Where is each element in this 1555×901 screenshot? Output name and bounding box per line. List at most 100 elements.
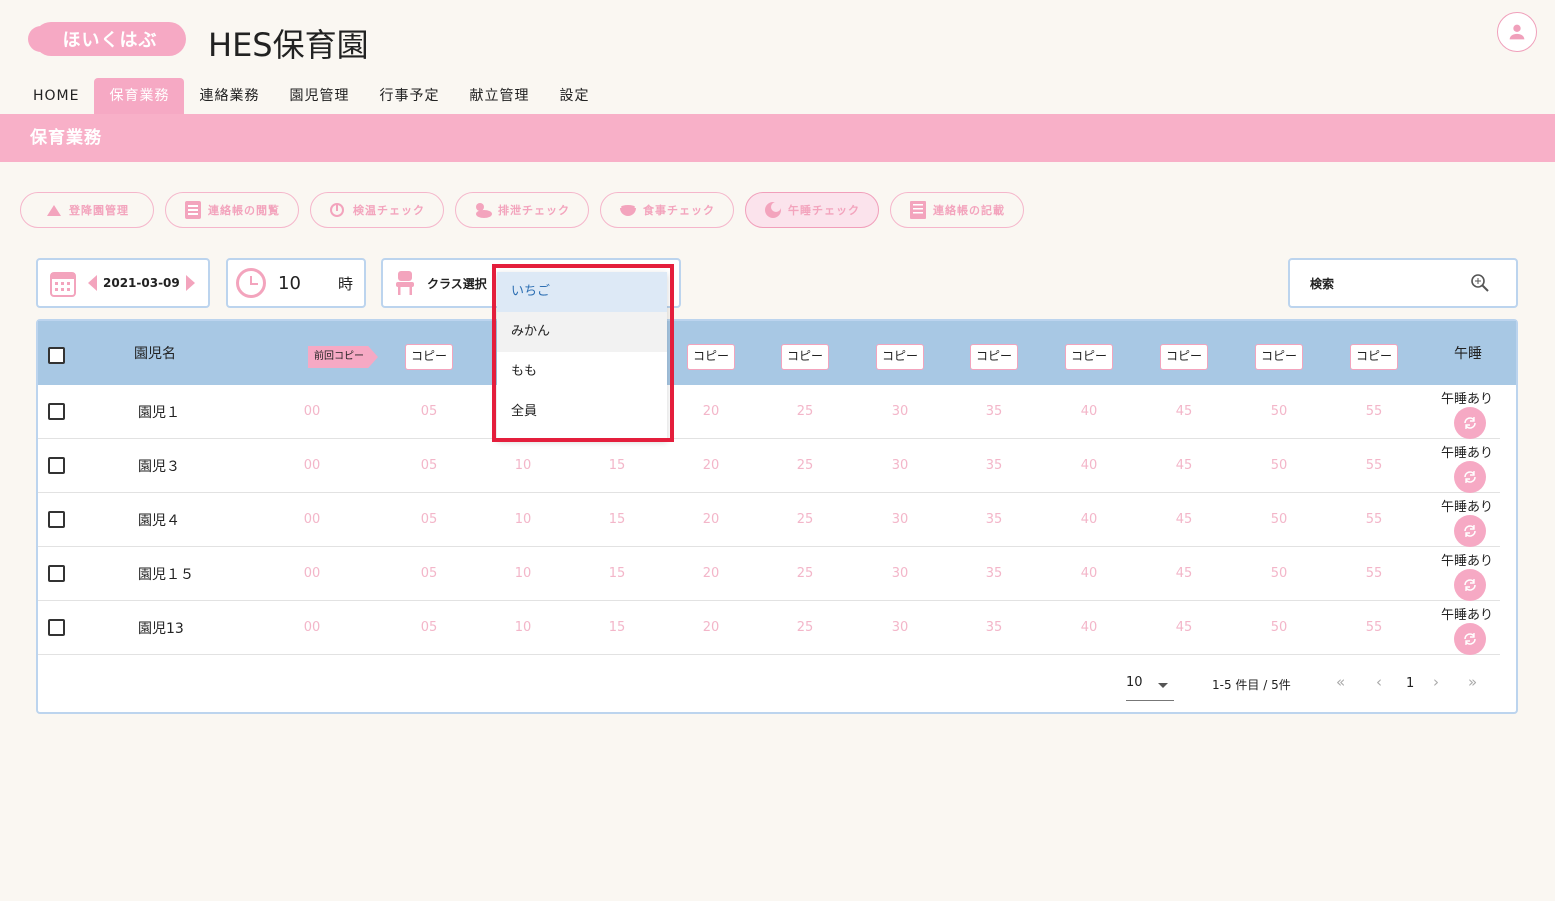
rows-per-page-select[interactable]: 10 — [1126, 675, 1174, 701]
time-slot-35[interactable]: 35 — [986, 404, 1003, 419]
nav-item-5[interactable]: 献立管理 — [454, 78, 544, 114]
time-slot-10[interactable]: 10 — [515, 620, 532, 635]
time-slot-55[interactable]: 55 — [1366, 458, 1383, 473]
nav-item-6[interactable]: 設定 — [544, 78, 604, 114]
time-slot-25[interactable]: 25 — [797, 620, 814, 635]
time-slot-50[interactable]: 50 — [1271, 404, 1288, 419]
time-slot-00[interactable]: 00 — [304, 512, 321, 527]
time-slot-45[interactable]: 45 — [1176, 620, 1193, 635]
time-slot-55[interactable]: 55 — [1366, 620, 1383, 635]
time-slot-30[interactable]: 30 — [892, 620, 909, 635]
time-slot-50[interactable]: 50 — [1271, 458, 1288, 473]
user-avatar-button[interactable] — [1497, 12, 1537, 52]
app-logo[interactable]: ほいくはぶ — [28, 22, 186, 56]
time-slot-50[interactable]: 50 — [1271, 512, 1288, 527]
last-page-icon[interactable]: » — [1468, 673, 1477, 691]
copy-button-55[interactable]: コピー — [1350, 344, 1398, 370]
time-slot-30[interactable]: 30 — [892, 404, 909, 419]
time-slot-40[interactable]: 40 — [1081, 620, 1098, 635]
time-slot-20[interactable]: 20 — [703, 458, 720, 473]
action-button-5[interactable]: 午睡チェック — [745, 192, 879, 228]
search-icon[interactable] — [1470, 273, 1490, 293]
time-slot-25[interactable]: 25 — [797, 512, 814, 527]
copy-button-20[interactable]: コピー — [687, 344, 735, 370]
search-input[interactable]: 検索 — [1288, 258, 1518, 308]
nav-item-0[interactable]: HOME — [18, 78, 94, 114]
time-slot-20[interactable]: 20 — [703, 512, 720, 527]
time-slot-00[interactable]: 00 — [304, 458, 321, 473]
time-slot-20[interactable]: 20 — [703, 620, 720, 635]
nav-item-4[interactable]: 行事予定 — [364, 78, 454, 114]
next-page-icon[interactable]: › — [1433, 673, 1439, 691]
time-slot-05[interactable]: 05 — [421, 512, 438, 527]
time-slot-15[interactable]: 15 — [609, 620, 626, 635]
time-slot-45[interactable]: 45 — [1176, 458, 1193, 473]
time-slot-45[interactable]: 45 — [1176, 512, 1193, 527]
time-slot-15[interactable]: 15 — [609, 566, 626, 581]
row-checkbox[interactable] — [48, 565, 65, 582]
time-slot-30[interactable]: 30 — [892, 566, 909, 581]
row-checkbox[interactable] — [48, 457, 65, 474]
time-slot-05[interactable]: 05 — [421, 620, 438, 635]
time-slot-25[interactable]: 25 — [797, 566, 814, 581]
time-slot-25[interactable]: 25 — [797, 458, 814, 473]
time-slot-00[interactable]: 00 — [304, 566, 321, 581]
time-slot-55[interactable]: 55 — [1366, 512, 1383, 527]
nap-toggle-button[interactable] — [1454, 623, 1486, 655]
nap-toggle-button[interactable] — [1454, 569, 1486, 601]
time-slot-50[interactable]: 50 — [1271, 620, 1288, 635]
time-slot-55[interactable]: 55 — [1366, 404, 1383, 419]
time-slot-15[interactable]: 15 — [609, 458, 626, 473]
time-slot-35[interactable]: 35 — [986, 620, 1003, 635]
copy-button-30[interactable]: コピー — [876, 344, 924, 370]
time-slot-25[interactable]: 25 — [797, 404, 814, 419]
copy-button-35[interactable]: コピー — [970, 344, 1018, 370]
action-button-1[interactable]: 連絡帳の閲覧 — [165, 192, 299, 228]
time-slot-40[interactable]: 40 — [1081, 512, 1098, 527]
prev-page-icon[interactable]: ‹ — [1376, 673, 1382, 691]
time-slot-35[interactable]: 35 — [986, 512, 1003, 527]
time-slot-55[interactable]: 55 — [1366, 566, 1383, 581]
hour-selector[interactable]: 10 時 — [226, 258, 366, 308]
time-slot-20[interactable]: 20 — [703, 404, 720, 419]
time-slot-05[interactable]: 05 — [421, 458, 438, 473]
time-slot-05[interactable]: 05 — [421, 404, 438, 419]
nap-toggle-button[interactable] — [1454, 515, 1486, 547]
calendar-icon[interactable] — [50, 269, 76, 297]
select-all-checkbox[interactable] — [48, 347, 65, 364]
time-slot-40[interactable]: 40 — [1081, 458, 1098, 473]
time-slot-00[interactable]: 00 — [304, 404, 321, 419]
prev-date-button[interactable] — [88, 275, 97, 291]
time-slot-40[interactable]: 40 — [1081, 404, 1098, 419]
time-slot-30[interactable]: 30 — [892, 458, 909, 473]
first-page-icon[interactable]: « — [1336, 673, 1345, 691]
copy-button-45[interactable]: コピー — [1160, 344, 1208, 370]
copy-button-05[interactable]: コピー — [405, 344, 453, 370]
nav-item-3[interactable]: 園児管理 — [274, 78, 364, 114]
nav-item-1[interactable]: 保育業務 — [94, 78, 185, 114]
time-slot-15[interactable]: 15 — [609, 512, 626, 527]
time-slot-30[interactable]: 30 — [892, 512, 909, 527]
row-checkbox[interactable] — [48, 403, 65, 420]
prev-copy-button[interactable]: 前回コピー — [308, 346, 378, 368]
time-slot-45[interactable]: 45 — [1176, 404, 1193, 419]
nav-item-2[interactable]: 連絡業務 — [184, 78, 274, 114]
time-slot-10[interactable]: 10 — [515, 566, 532, 581]
time-slot-10[interactable]: 10 — [515, 458, 532, 473]
action-button-4[interactable]: 食事チェック — [600, 192, 734, 228]
time-slot-10[interactable]: 10 — [515, 512, 532, 527]
time-slot-35[interactable]: 35 — [986, 566, 1003, 581]
next-date-button[interactable] — [185, 275, 195, 291]
nap-toggle-button[interactable] — [1454, 407, 1486, 439]
action-button-0[interactable]: 登降園管理 — [20, 192, 154, 228]
copy-button-40[interactable]: コピー — [1065, 344, 1113, 370]
current-page[interactable]: 1 — [1406, 676, 1414, 691]
time-slot-40[interactable]: 40 — [1081, 566, 1098, 581]
copy-button-25[interactable]: コピー — [781, 344, 829, 370]
row-checkbox[interactable] — [48, 619, 65, 636]
nap-toggle-button[interactable] — [1454, 461, 1486, 493]
time-slot-20[interactable]: 20 — [703, 566, 720, 581]
copy-button-50[interactable]: コピー — [1255, 344, 1303, 370]
time-slot-35[interactable]: 35 — [986, 458, 1003, 473]
time-slot-00[interactable]: 00 — [304, 620, 321, 635]
